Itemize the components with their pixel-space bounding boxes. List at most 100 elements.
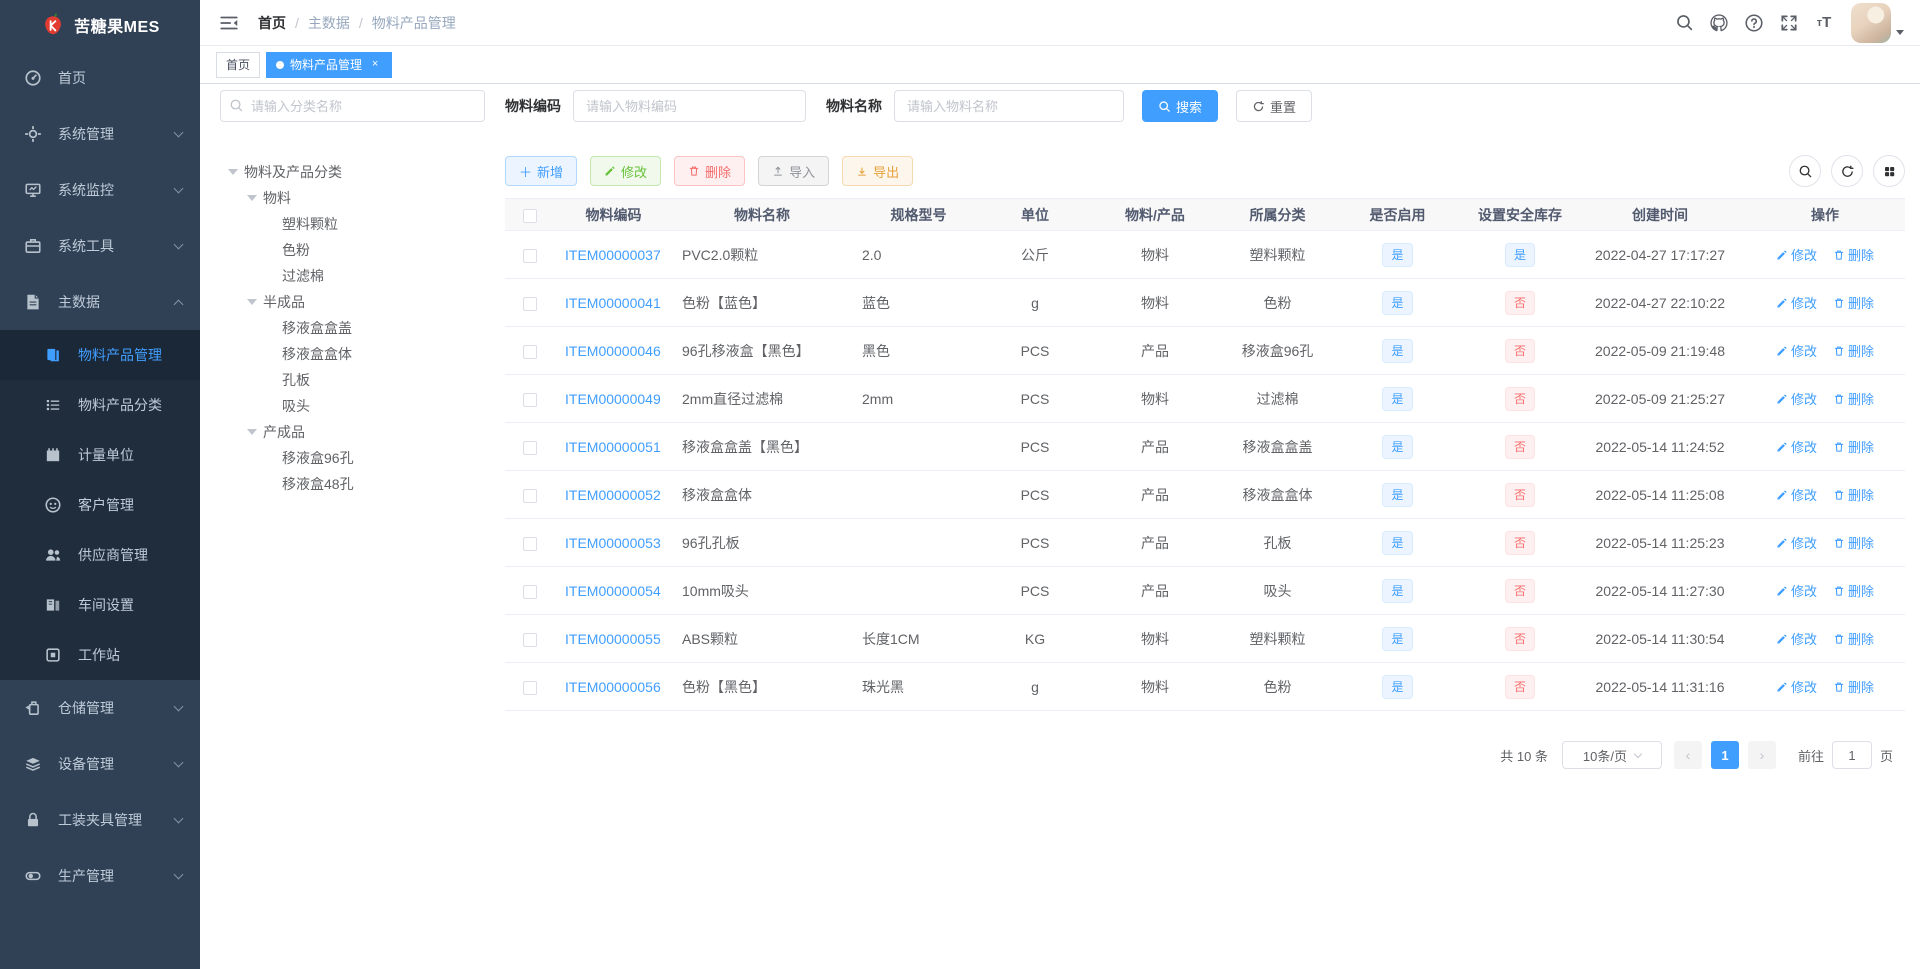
material-name-input[interactable] <box>894 90 1124 122</box>
help-button[interactable] <box>1740 9 1768 37</box>
row-checkbox[interactable] <box>523 392 537 407</box>
export-button[interactable]: 导出 <box>842 156 914 186</box>
logo[interactable]: 苦糖果MES <box>0 0 200 50</box>
tree-node[interactable]: 移液盒96孔 <box>220 445 485 471</box>
sidebar-item-warehouse-manage[interactable]: 仓储管理 <box>0 680 200 736</box>
row-delete-link[interactable]: 删除 <box>1833 485 1874 504</box>
sidebar-item-home[interactable]: 首页 <box>0 50 200 106</box>
row-checkbox[interactable] <box>523 536 537 551</box>
row-delete-link[interactable]: 删除 <box>1833 389 1874 408</box>
row-delete-link[interactable]: 删除 <box>1833 677 1874 696</box>
show-search-button[interactable] <box>1789 155 1821 187</box>
tree-node[interactable]: 半成品 <box>220 289 485 315</box>
row-edit-link[interactable]: 修改 <box>1776 341 1817 360</box>
row-delete-link[interactable]: 删除 <box>1833 293 1874 312</box>
tree-expand-icon[interactable] <box>247 195 257 201</box>
user-menu[interactable] <box>1851 2 1904 43</box>
row-checkbox[interactable] <box>523 632 537 647</box>
tab-material-product-manage[interactable]: 物料产品管理 × <box>266 51 393 78</box>
row-edit-link[interactable]: 修改 <box>1776 533 1817 552</box>
tree-expand-icon[interactable] <box>228 169 238 175</box>
material-code-link[interactable]: ITEM00000051 <box>565 439 661 455</box>
sidebar-item-production-manage[interactable]: 生产管理 <box>0 848 200 904</box>
material-code-link[interactable]: ITEM00000049 <box>565 391 661 407</box>
material-code-input[interactable] <box>573 90 806 122</box>
sidebar-item-system-monitor[interactable]: 系统监控 <box>0 162 200 218</box>
tree-node[interactable]: 产成品 <box>220 419 485 445</box>
row-edit-link[interactable]: 修改 <box>1776 485 1817 504</box>
row-edit-link[interactable]: 修改 <box>1776 629 1817 648</box>
sidebar-item-fixture-manage[interactable]: 工装夹具管理 <box>0 792 200 848</box>
row-delete-link[interactable]: 删除 <box>1833 341 1874 360</box>
row-checkbox[interactable] <box>523 296 537 311</box>
fullscreen-button[interactable] <box>1775 9 1803 37</box>
row-edit-link[interactable]: 修改 <box>1776 389 1817 408</box>
material-code-link[interactable]: ITEM00000052 <box>565 487 661 503</box>
sidebar-item-measure-unit[interactable]: 计量单位 <box>0 430 200 480</box>
next-page-button[interactable]: › <box>1747 741 1776 769</box>
tree-node[interactable]: 移液盒48孔 <box>220 471 485 497</box>
page-1-button[interactable]: 1 <box>1710 741 1739 769</box>
tree-node[interactable]: 色粉 <box>220 237 485 263</box>
breadcrumb-master-data[interactable]: 主数据 <box>308 13 350 33</box>
row-delete-link[interactable]: 删除 <box>1833 581 1874 600</box>
edit-button[interactable]: 修改 <box>590 156 662 186</box>
material-code-link[interactable]: ITEM00000054 <box>565 583 661 599</box>
sidebar-item-workstation[interactable]: 工作站 <box>0 630 200 680</box>
column-settings-button[interactable] <box>1873 155 1905 187</box>
prev-page-button[interactable]: ‹ <box>1673 741 1702 769</box>
goto-page-input[interactable] <box>1831 741 1872 769</box>
header-search-button[interactable] <box>1670 9 1698 37</box>
tab-close-icon[interactable]: × <box>368 58 382 72</box>
row-edit-link[interactable]: 修改 <box>1776 245 1817 264</box>
row-checkbox[interactable] <box>523 584 537 599</box>
row-checkbox[interactable] <box>523 488 537 503</box>
tree-node[interactable]: 吸头 <box>220 393 485 419</box>
import-button[interactable]: 导入 <box>758 156 830 186</box>
sidebar-item-master-data[interactable]: 主数据 <box>0 274 200 330</box>
sidebar-item-customer-manage[interactable]: 客户管理 <box>0 480 200 530</box>
tree-node[interactable]: 物料 <box>220 185 485 211</box>
font-size-button[interactable]: тT <box>1810 9 1838 37</box>
tree-node[interactable]: 过滤棉 <box>220 263 485 289</box>
row-delete-link[interactable]: 删除 <box>1833 437 1874 456</box>
row-delete-link[interactable]: 删除 <box>1833 533 1874 552</box>
reset-button[interactable]: 重置 <box>1236 90 1313 122</box>
row-checkbox[interactable] <box>523 440 537 455</box>
sidebar-toggle-icon[interactable] <box>218 12 240 34</box>
search-button[interactable]: 搜索 <box>1142 90 1219 122</box>
add-button[interactable]: ＋ 新增 <box>505 156 578 186</box>
sidebar-item-equipment-manage[interactable]: 设备管理 <box>0 736 200 792</box>
category-search-input[interactable] <box>220 90 485 122</box>
sidebar-item-workshop-settings[interactable]: 车间设置 <box>0 580 200 630</box>
material-code-link[interactable]: ITEM00000056 <box>565 679 661 695</box>
select-all-checkbox[interactable] <box>523 208 537 223</box>
tab-home[interactable]: 首页 <box>216 51 261 78</box>
sidebar-item-material-product-category[interactable]: 物料产品分类 <box>0 380 200 430</box>
row-checkbox[interactable] <box>523 248 537 263</box>
tree-node[interactable]: 移液盒盒盖 <box>220 315 485 341</box>
tree-expand-icon[interactable] <box>247 429 257 435</box>
row-checkbox[interactable] <box>523 344 537 359</box>
row-edit-link[interactable]: 修改 <box>1776 293 1817 312</box>
avatar[interactable] <box>1851 2 1891 43</box>
page-size-select[interactable]: 10条/页 <box>1561 741 1662 769</box>
tree-node[interactable]: 物料及产品分类 <box>220 159 485 185</box>
sidebar-item-system-tools[interactable]: 系统工具 <box>0 218 200 274</box>
breadcrumb-home[interactable]: 首页 <box>258 13 286 33</box>
sidebar-item-system-manage[interactable]: 系统管理 <box>0 106 200 162</box>
material-code-link[interactable]: ITEM00000037 <box>565 247 661 263</box>
row-delete-link[interactable]: 删除 <box>1833 629 1874 648</box>
tree-node[interactable]: 移液盒盒体 <box>220 341 485 367</box>
github-button[interactable] <box>1705 9 1733 37</box>
row-checkbox[interactable] <box>523 680 537 695</box>
tree-expand-icon[interactable] <box>247 299 257 305</box>
row-delete-link[interactable]: 删除 <box>1833 245 1874 264</box>
row-edit-link[interactable]: 修改 <box>1776 581 1817 600</box>
material-code-link[interactable]: ITEM00000046 <box>565 343 661 359</box>
tree-node[interactable]: 孔板 <box>220 367 485 393</box>
tree-node[interactable]: 塑料颗粒 <box>220 211 485 237</box>
sidebar-item-supplier-manage[interactable]: 供应商管理 <box>0 530 200 580</box>
delete-button[interactable]: 删除 <box>674 156 746 186</box>
row-edit-link[interactable]: 修改 <box>1776 437 1817 456</box>
